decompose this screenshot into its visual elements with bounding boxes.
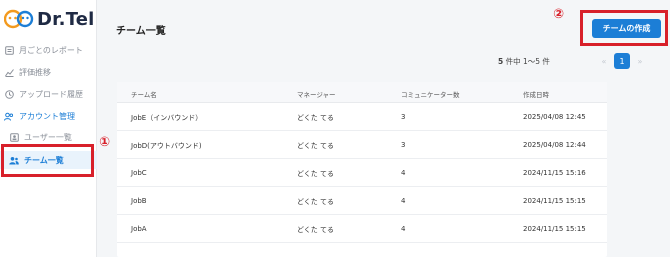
- logo-icon: [3, 7, 34, 31]
- pagination: « 1 »: [596, 53, 648, 69]
- cell-manager: どくた てる: [297, 226, 335, 234]
- sidebar-item-label: アップロード履歴: [19, 89, 83, 99]
- pagination-prev-button[interactable]: «: [596, 53, 612, 69]
- result-count: 5 件中 1〜5 件: [498, 56, 550, 67]
- column-header-created-at[interactable]: 作成日時: [523, 89, 549, 99]
- pagination-page-button[interactable]: 1: [614, 53, 630, 69]
- column-header-communicator-count[interactable]: コミュニケーター数: [401, 89, 460, 99]
- app-logo[interactable]: Dr.Tel: [3, 6, 95, 32]
- sidebar-item-label: ユーザー一覧: [24, 132, 72, 142]
- column-header-team-name[interactable]: チーム名: [131, 89, 157, 99]
- annotation-highlight-create-button: チームの作成: [580, 10, 668, 46]
- sidebar-item-monthly-report[interactable]: 月ごとのレポート: [0, 41, 97, 59]
- cell-created-at: 2024/11/15 15:15: [523, 225, 586, 233]
- annotation-highlight-team-list: [1, 144, 94, 177]
- cell-created-at: 2024/11/15 15:16: [523, 169, 586, 177]
- sidebar: Dr.Tel 月ごとのレポート 評価推移 アップロード履歴 アカウント管理 ユー…: [0, 0, 97, 257]
- page-title: チーム一覧: [116, 26, 166, 37]
- sidebar-item-evaluation-trend[interactable]: 評価推移: [0, 63, 97, 81]
- table-header: チーム名 マネージャー コミュニケーター数 作成日時: [117, 82, 607, 103]
- column-header-manager[interactable]: マネージャー: [297, 89, 336, 99]
- annotation-marker-1: ①: [99, 135, 111, 150]
- cell-manager: どくた てる: [297, 142, 335, 150]
- table-row[interactable]: JobA どくた てる 4 2024/11/15 15:15: [117, 215, 607, 243]
- cell-created-at: 2024/11/15 15:15: [523, 197, 586, 205]
- cell-manager: どくた てる: [297, 198, 335, 206]
- cell-team-name: JobC: [131, 169, 147, 177]
- cell-team-name: JobD(アウトバウンド): [131, 142, 202, 150]
- annotation-marker-2: ②: [553, 7, 565, 22]
- table-row[interactable]: JobE（インバウンド） どくた てる 3 2025/04/08 12:45: [117, 103, 607, 131]
- table-row[interactable]: JobB どくた てる 4 2024/11/15 15:15: [117, 187, 607, 215]
- sidebar-item-upload-history[interactable]: アップロード履歴: [0, 85, 97, 103]
- cell-created-at: 2025/04/08 12:45: [523, 113, 586, 121]
- cell-manager: どくた てる: [297, 170, 335, 178]
- trend-chart-icon: [3, 66, 15, 78]
- cell-communicator-count: 4: [401, 169, 406, 177]
- sidebar-item-account-management[interactable]: アカウント管理: [0, 107, 97, 125]
- sidebar-item-label: 月ごとのレポート: [19, 45, 83, 55]
- sidebar-item-label: アカウント管理: [19, 111, 75, 121]
- team-table: チーム名 マネージャー コミュニケーター数 作成日時 JobE（インバウンド） …: [117, 82, 607, 257]
- pagination-next-button[interactable]: »: [632, 53, 648, 69]
- cell-team-name: JobA: [131, 225, 147, 233]
- result-count-text: 件中 1〜5 件: [505, 57, 550, 66]
- report-icon: [3, 44, 15, 56]
- cell-communicator-count: 4: [401, 197, 406, 205]
- cell-communicator-count: 4: [401, 225, 406, 233]
- cell-manager: どくた てる: [297, 114, 335, 122]
- table-row[interactable]: JobC どくた てる 4 2024/11/15 15:16: [117, 159, 607, 187]
- table-row[interactable]: JobD(アウトバウンド) どくた てる 3 2025/04/08 12:44: [117, 131, 607, 159]
- cell-team-name: JobE（インバウンド）: [131, 114, 203, 122]
- cell-communicator-count: 3: [401, 141, 406, 149]
- cell-created-at: 2025/04/08 12:44: [523, 141, 586, 149]
- history-icon: [3, 88, 15, 100]
- result-count-total: 5: [498, 57, 504, 66]
- cell-team-name: JobB: [131, 197, 147, 205]
- create-team-button[interactable]: チームの作成: [592, 19, 661, 38]
- user-card-icon: [8, 131, 20, 143]
- people-icon: [3, 110, 15, 122]
- logo-text: Dr.Tel: [37, 8, 95, 30]
- sidebar-item-label: 評価推移: [19, 67, 51, 77]
- cell-communicator-count: 3: [401, 113, 406, 121]
